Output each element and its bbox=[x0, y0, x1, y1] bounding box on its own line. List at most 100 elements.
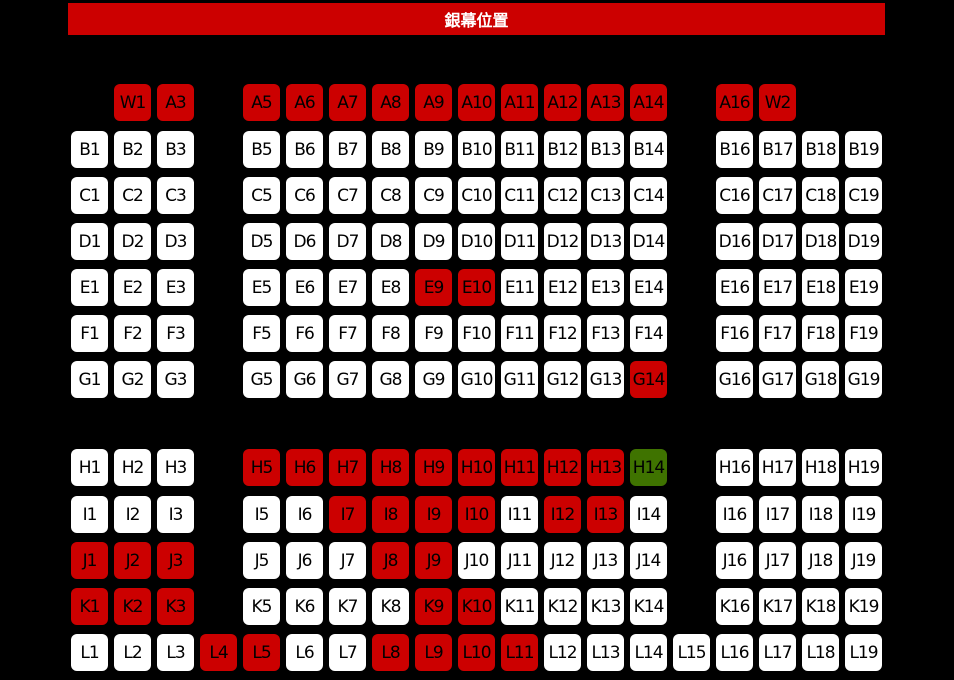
seat-l7[interactable]: L7 bbox=[329, 634, 366, 671]
seat-h17[interactable]: H17 bbox=[759, 449, 796, 486]
seat-d11[interactable]: D11 bbox=[501, 223, 538, 260]
seat-j9[interactable]: J9 bbox=[415, 542, 452, 579]
seat-b13[interactable]: B13 bbox=[587, 131, 624, 168]
seat-b14[interactable]: B14 bbox=[630, 131, 667, 168]
seat-d9[interactable]: D9 bbox=[415, 223, 452, 260]
seat-f16[interactable]: F16 bbox=[716, 315, 753, 352]
seat-k2[interactable]: K2 bbox=[114, 588, 151, 625]
seat-h1[interactable]: H1 bbox=[71, 449, 108, 486]
seat-i6[interactable]: I6 bbox=[286, 496, 323, 533]
seat-e2[interactable]: E2 bbox=[114, 269, 151, 306]
seat-c13[interactable]: C13 bbox=[587, 177, 624, 214]
seat-g12[interactable]: G12 bbox=[544, 361, 581, 398]
seat-k10[interactable]: K10 bbox=[458, 588, 495, 625]
seat-d18[interactable]: D18 bbox=[802, 223, 839, 260]
seat-k8[interactable]: K8 bbox=[372, 588, 409, 625]
seat-i3[interactable]: I3 bbox=[157, 496, 194, 533]
seat-d16[interactable]: D16 bbox=[716, 223, 753, 260]
seat-j14[interactable]: J14 bbox=[630, 542, 667, 579]
seat-i10[interactable]: I10 bbox=[458, 496, 495, 533]
seat-j6[interactable]: J6 bbox=[286, 542, 323, 579]
seat-b10[interactable]: B10 bbox=[458, 131, 495, 168]
seat-b12[interactable]: B12 bbox=[544, 131, 581, 168]
seat-f18[interactable]: F18 bbox=[802, 315, 839, 352]
seat-a7[interactable]: A7 bbox=[329, 84, 366, 121]
seat-k6[interactable]: K6 bbox=[286, 588, 323, 625]
seat-j1[interactable]: J1 bbox=[71, 542, 108, 579]
seat-g6[interactable]: G6 bbox=[286, 361, 323, 398]
seat-f1[interactable]: F1 bbox=[71, 315, 108, 352]
seat-k3[interactable]: K3 bbox=[157, 588, 194, 625]
seat-h3[interactable]: H3 bbox=[157, 449, 194, 486]
seat-e13[interactable]: E13 bbox=[587, 269, 624, 306]
seat-g17[interactable]: G17 bbox=[759, 361, 796, 398]
seat-e9[interactable]: E9 bbox=[415, 269, 452, 306]
seat-b5[interactable]: B5 bbox=[243, 131, 280, 168]
seat-c6[interactable]: C6 bbox=[286, 177, 323, 214]
seat-c16[interactable]: C16 bbox=[716, 177, 753, 214]
seat-c7[interactable]: C7 bbox=[329, 177, 366, 214]
seat-j12[interactable]: J12 bbox=[544, 542, 581, 579]
seat-d7[interactable]: D7 bbox=[329, 223, 366, 260]
seat-f12[interactable]: F12 bbox=[544, 315, 581, 352]
seat-g1[interactable]: G1 bbox=[71, 361, 108, 398]
seat-g14[interactable]: G14 bbox=[630, 361, 667, 398]
seat-l14[interactable]: L14 bbox=[630, 634, 667, 671]
seat-e5[interactable]: E5 bbox=[243, 269, 280, 306]
seat-l9[interactable]: L9 bbox=[415, 634, 452, 671]
seat-b2[interactable]: B2 bbox=[114, 131, 151, 168]
seat-b3[interactable]: B3 bbox=[157, 131, 194, 168]
seat-f8[interactable]: F8 bbox=[372, 315, 409, 352]
seat-d17[interactable]: D17 bbox=[759, 223, 796, 260]
seat-f7[interactable]: F7 bbox=[329, 315, 366, 352]
seat-c1[interactable]: C1 bbox=[71, 177, 108, 214]
seat-l8[interactable]: L8 bbox=[372, 634, 409, 671]
seat-j2[interactable]: J2 bbox=[114, 542, 151, 579]
seat-a14[interactable]: A14 bbox=[630, 84, 667, 121]
seat-g2[interactable]: G2 bbox=[114, 361, 151, 398]
seat-c19[interactable]: C19 bbox=[845, 177, 882, 214]
seat-l17[interactable]: L17 bbox=[759, 634, 796, 671]
seat-e16[interactable]: E16 bbox=[716, 269, 753, 306]
seat-k5[interactable]: K5 bbox=[243, 588, 280, 625]
seat-b6[interactable]: B6 bbox=[286, 131, 323, 168]
seat-j11[interactable]: J11 bbox=[501, 542, 538, 579]
seat-e10[interactable]: E10 bbox=[458, 269, 495, 306]
seat-k19[interactable]: K19 bbox=[845, 588, 882, 625]
seat-j18[interactable]: J18 bbox=[802, 542, 839, 579]
seat-d13[interactable]: D13 bbox=[587, 223, 624, 260]
seat-l16[interactable]: L16 bbox=[716, 634, 753, 671]
seat-a9[interactable]: A9 bbox=[415, 84, 452, 121]
seat-i19[interactable]: I19 bbox=[845, 496, 882, 533]
seat-k13[interactable]: K13 bbox=[587, 588, 624, 625]
seat-f11[interactable]: F11 bbox=[501, 315, 538, 352]
seat-l3[interactable]: L3 bbox=[157, 634, 194, 671]
seat-i18[interactable]: I18 bbox=[802, 496, 839, 533]
seat-i16[interactable]: I16 bbox=[716, 496, 753, 533]
seat-c10[interactable]: C10 bbox=[458, 177, 495, 214]
seat-l2[interactable]: L2 bbox=[114, 634, 151, 671]
seat-d5[interactable]: D5 bbox=[243, 223, 280, 260]
seat-f17[interactable]: F17 bbox=[759, 315, 796, 352]
seat-e19[interactable]: E19 bbox=[845, 269, 882, 306]
seat-c18[interactable]: C18 bbox=[802, 177, 839, 214]
seat-b17[interactable]: B17 bbox=[759, 131, 796, 168]
seat-a16[interactable]: A16 bbox=[716, 84, 753, 121]
seat-b8[interactable]: B8 bbox=[372, 131, 409, 168]
seat-e6[interactable]: E6 bbox=[286, 269, 323, 306]
seat-d6[interactable]: D6 bbox=[286, 223, 323, 260]
seat-k12[interactable]: K12 bbox=[544, 588, 581, 625]
seat-j16[interactable]: J16 bbox=[716, 542, 753, 579]
seat-f13[interactable]: F13 bbox=[587, 315, 624, 352]
seat-j5[interactable]: J5 bbox=[243, 542, 280, 579]
seat-a13[interactable]: A13 bbox=[587, 84, 624, 121]
seat-c11[interactable]: C11 bbox=[501, 177, 538, 214]
seat-f14[interactable]: F14 bbox=[630, 315, 667, 352]
seat-l1[interactable]: L1 bbox=[71, 634, 108, 671]
seat-g9[interactable]: G9 bbox=[415, 361, 452, 398]
seat-j13[interactable]: J13 bbox=[587, 542, 624, 579]
seat-g8[interactable]: G8 bbox=[372, 361, 409, 398]
seat-f9[interactable]: F9 bbox=[415, 315, 452, 352]
seat-a10[interactable]: A10 bbox=[458, 84, 495, 121]
seat-h12[interactable]: H12 bbox=[544, 449, 581, 486]
